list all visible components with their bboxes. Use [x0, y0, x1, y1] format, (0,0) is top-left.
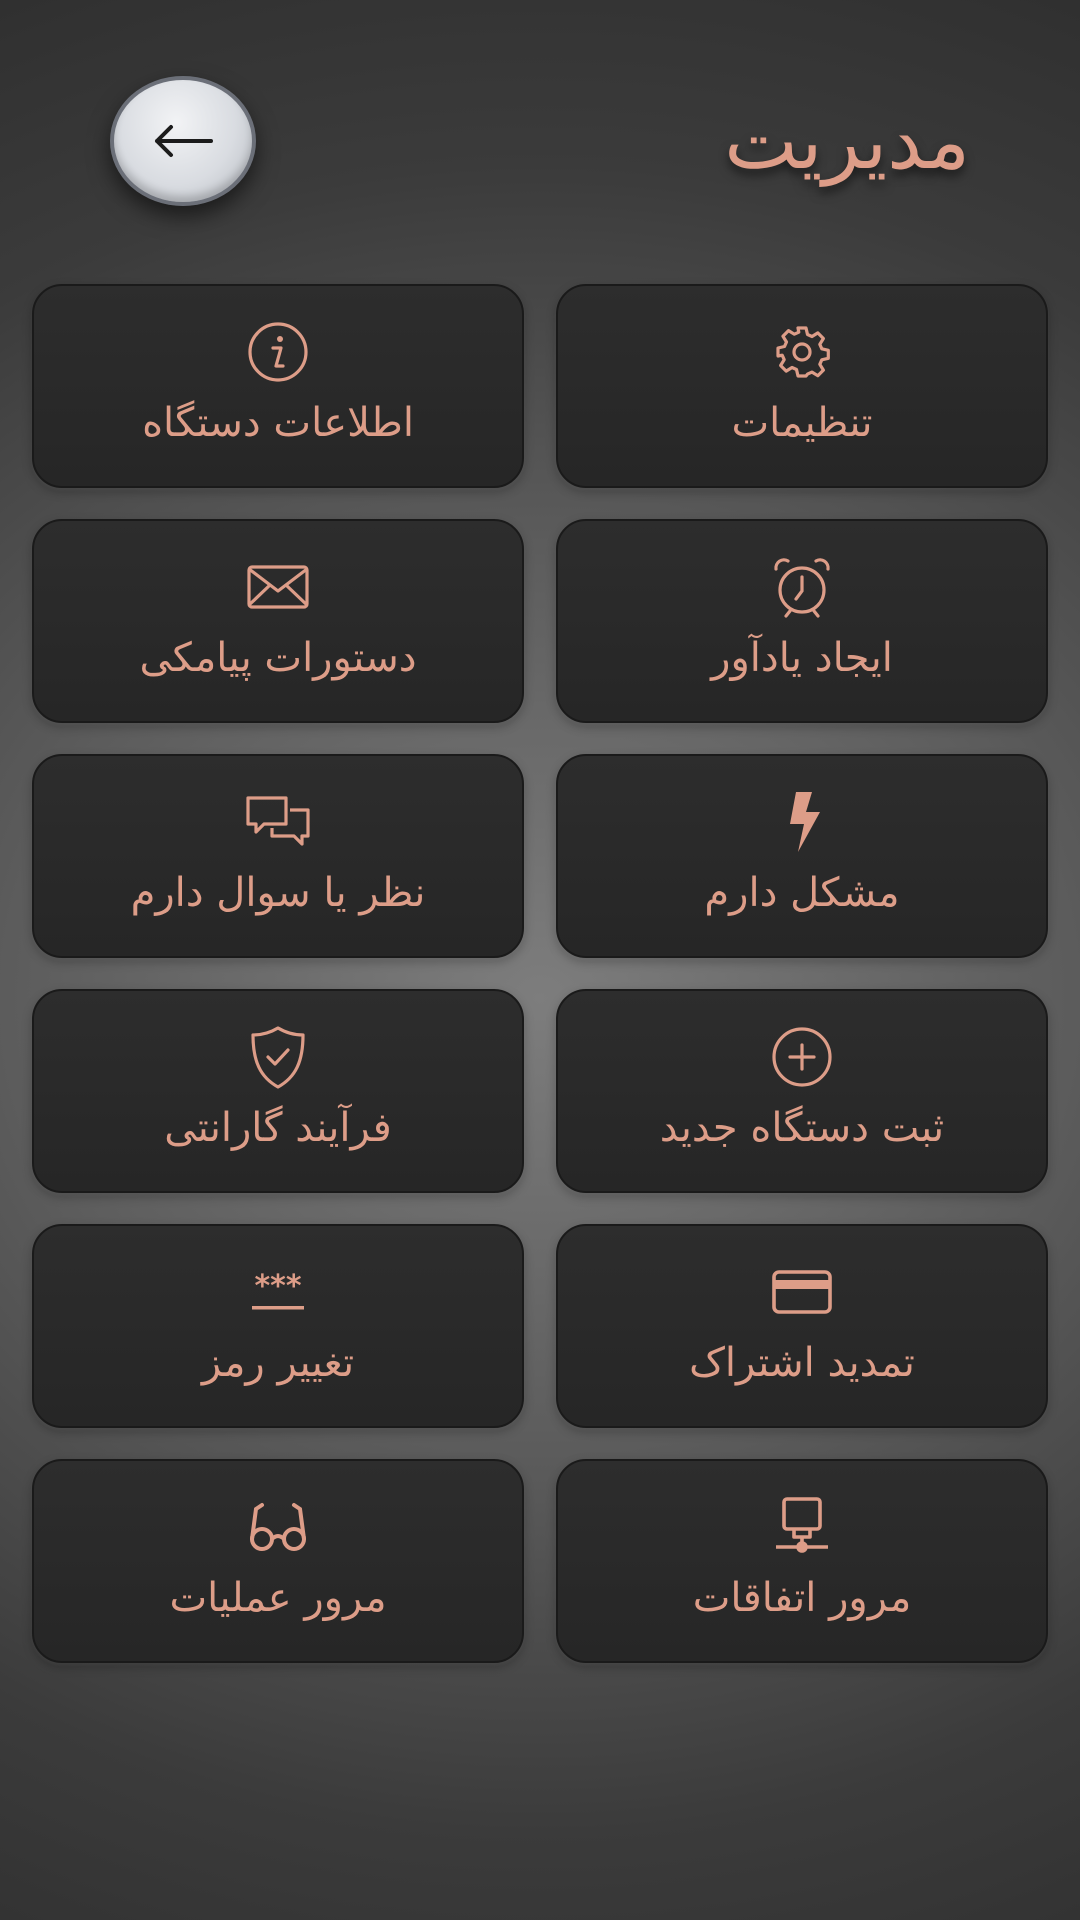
shield-check-icon	[246, 1025, 310, 1089]
page-title: مدیریت	[724, 97, 970, 187]
plus-circle-icon	[770, 1025, 834, 1089]
menu-item-renew-subscription[interactable]: تمدید اشتراک	[556, 1224, 1048, 1428]
credit-card-icon	[770, 1260, 834, 1324]
menu-item-device-info[interactable]: اطلاعات دستگاه	[32, 284, 524, 488]
menu-item-label: دستورات پیامکی	[139, 635, 417, 681]
menu-item-feedback[interactable]: نظر یا سوال دارم	[32, 754, 524, 958]
menu-item-sms-commands[interactable]: دستورات پیامکی	[32, 519, 524, 723]
menu-item-label: مرور عملیات	[169, 1575, 387, 1621]
menu-grid: تنظیمات اطلاعات دستگاه ایجاد یادآور دستو…	[32, 284, 1048, 1663]
menu-item-label: اطلاعات دستگاه	[142, 400, 414, 446]
menu-item-label: ایجاد یادآور	[711, 635, 893, 681]
menu-item-warranty[interactable]: فرآیند گارانتی	[32, 989, 524, 1193]
menu-item-label: مرور اتفاقات	[692, 1575, 912, 1621]
envelope-icon	[246, 555, 310, 619]
menu-item-label: تمدید اشتراک	[689, 1340, 915, 1386]
chat-bubbles-icon	[246, 790, 310, 854]
menu-item-label: ثبت دستگاه جدید	[659, 1105, 945, 1151]
lightning-icon	[770, 790, 834, 854]
menu-item-create-reminder[interactable]: ایجاد یادآور	[556, 519, 1048, 723]
menu-item-register-device[interactable]: ثبت دستگاه جدید	[556, 989, 1048, 1193]
menu-item-label: فرآیند گارانتی	[164, 1105, 392, 1151]
alarm-clock-icon	[770, 555, 834, 619]
menu-item-review-operations[interactable]: مرور عملیات	[32, 1459, 524, 1663]
password-icon: ***	[246, 1260, 310, 1324]
menu-item-label: تنظیمات	[731, 400, 873, 446]
svg-text:***: ***	[254, 1269, 301, 1304]
monitor-network-icon	[770, 1495, 834, 1559]
menu-item-label: نظر یا سوال دارم	[130, 870, 426, 916]
menu-item-label: تغییر رمز	[201, 1340, 355, 1386]
glasses-icon	[246, 1495, 310, 1559]
menu-item-settings[interactable]: تنظیمات	[556, 284, 1048, 488]
arrow-left-icon	[155, 125, 213, 157]
menu-item-report-problem[interactable]: مشکل دارم	[556, 754, 1048, 958]
back-button[interactable]	[110, 76, 256, 206]
info-icon	[246, 320, 310, 384]
gear-icon	[770, 320, 834, 384]
menu-item-review-events[interactable]: مرور اتفاقات	[556, 1459, 1048, 1663]
menu-item-label: مشکل دارم	[704, 870, 900, 916]
menu-item-change-password[interactable]: *** تغییر رمز	[32, 1224, 524, 1428]
